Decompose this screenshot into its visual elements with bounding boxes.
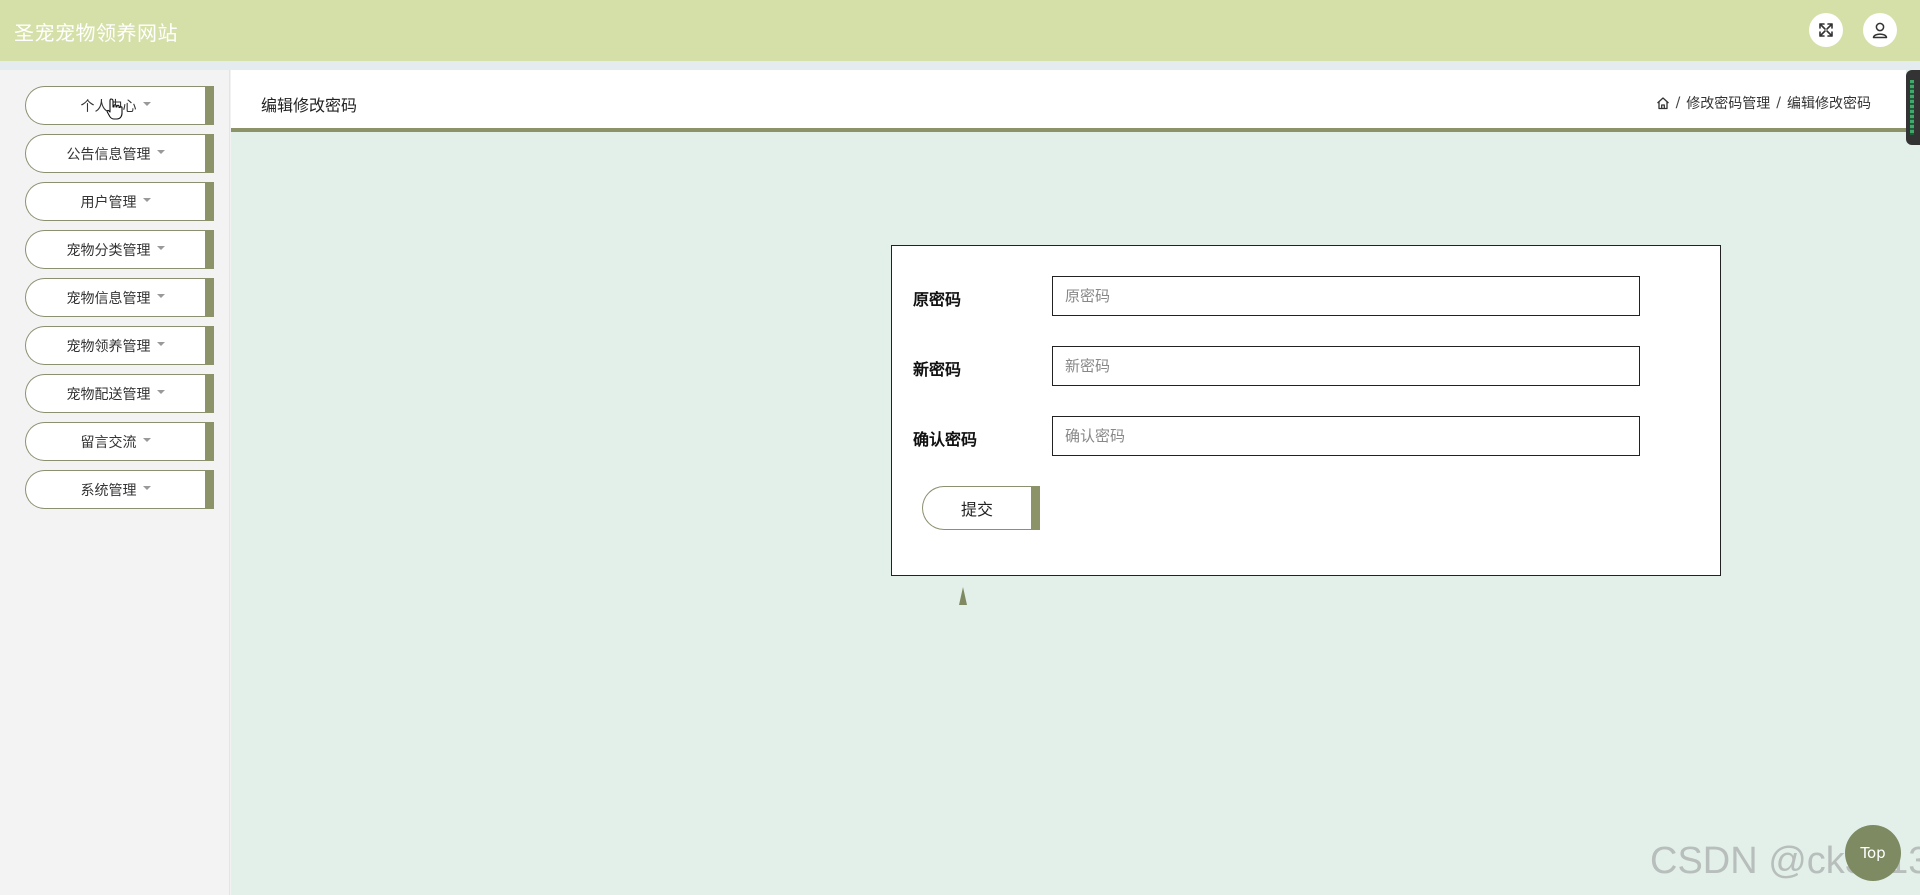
sidebar-item-label: 系统管理 bbox=[80, 482, 137, 499]
confirm-password-input[interactable] bbox=[1052, 416, 1640, 456]
sidebar-item-label: 宠物领养管理 bbox=[66, 338, 151, 355]
sidebar-item-label: 公告信息管理 bbox=[66, 146, 151, 163]
top-header: 圣宠宠物领养网站 bbox=[0, 0, 1920, 61]
caret-down-icon bbox=[156, 341, 165, 346]
old-password-label: 原密码 bbox=[913, 290, 962, 309]
caret-down-icon bbox=[156, 245, 165, 250]
sidebar-item-button[interactable]: 宠物分类管理 bbox=[25, 230, 205, 269]
sidebar-item-button[interactable]: 用户管理 bbox=[25, 182, 205, 221]
scroll-indicator bbox=[1910, 80, 1914, 135]
submit-button-wrap[interactable]: 提交 bbox=[922, 486, 1040, 530]
form-row-old-password: 原密码 bbox=[913, 276, 1643, 316]
mouse-cursor-icon bbox=[106, 98, 123, 120]
site-title: 圣宠宠物领养网站 bbox=[14, 21, 178, 45]
page-title: 编辑修改密码 bbox=[261, 96, 358, 115]
sidebar-item-accent bbox=[205, 86, 214, 125]
sidebar-item-pet-delivery-management[interactable]: 宠物配送管理 bbox=[25, 374, 215, 413]
main-content: 编辑修改密码 / 修改密码管理 / 编辑修改密码 原密码 新密码 确认密码 提交 bbox=[231, 70, 1920, 895]
sidebar-item-label: 宠物分类管理 bbox=[66, 242, 151, 259]
sidebar-item-label: 宠物信息管理 bbox=[66, 290, 151, 307]
sidebar-item-pet-info-management[interactable]: 宠物信息管理 bbox=[25, 278, 215, 317]
sidebar-item-button[interactable]: 公告信息管理 bbox=[25, 134, 205, 173]
sidebar: 个人中心 公告信息管理 用户管理 宠物分类管理 宠物信息管理 宠物领养管理 宠物… bbox=[0, 70, 230, 895]
fullscreen-icon bbox=[1819, 23, 1833, 37]
home-icon[interactable] bbox=[1656, 96, 1670, 110]
caret-down-icon bbox=[156, 149, 165, 154]
breadcrumb-separator: / bbox=[1675, 95, 1681, 111]
sidebar-item-pet-adoption-management[interactable]: 宠物领养管理 bbox=[25, 326, 215, 365]
triangle-marker-icon bbox=[959, 587, 967, 605]
password-form: 原密码 新密码 确认密码 提交 bbox=[891, 245, 1721, 576]
breadcrumb-item-current: 编辑修改密码 bbox=[1787, 96, 1871, 112]
new-password-label: 新密码 bbox=[913, 360, 962, 379]
caret-down-icon bbox=[142, 437, 151, 442]
sidebar-item-button[interactable]: 留言交流 bbox=[25, 422, 205, 461]
sidebar-item-accent bbox=[205, 182, 214, 221]
fullscreen-button[interactable] bbox=[1809, 13, 1843, 47]
sidebar-item-button[interactable]: 宠物信息管理 bbox=[25, 278, 205, 317]
form-row-new-password: 新密码 bbox=[913, 346, 1643, 386]
form-row-confirm-password: 确认密码 bbox=[913, 416, 1643, 456]
sidebar-item-accent bbox=[205, 470, 214, 509]
sidebar-item-accent bbox=[205, 134, 214, 173]
content-header: 编辑修改密码 / 修改密码管理 / 编辑修改密码 bbox=[231, 70, 1906, 132]
sidebar-item-button[interactable]: 宠物配送管理 bbox=[25, 374, 205, 413]
submit-button[interactable]: 提交 bbox=[922, 486, 1031, 530]
caret-down-icon bbox=[156, 389, 165, 394]
breadcrumb-separator: / bbox=[1776, 95, 1781, 111]
old-password-input[interactable] bbox=[1052, 276, 1640, 316]
breadcrumb: / 修改密码管理 / 编辑修改密码 bbox=[1656, 93, 1871, 113]
sidebar-item-button[interactable]: 系统管理 bbox=[25, 470, 205, 509]
user-button[interactable] bbox=[1863, 13, 1897, 47]
caret-down-icon bbox=[142, 485, 151, 490]
submit-button-accent bbox=[1031, 486, 1040, 530]
sidebar-item-accent bbox=[205, 422, 214, 461]
user-icon bbox=[1872, 22, 1888, 39]
sidebar-item-pet-category-management[interactable]: 宠物分类管理 bbox=[25, 230, 215, 269]
breadcrumb-item-password-management[interactable]: 修改密码管理 bbox=[1686, 93, 1770, 113]
sidebar-item-button[interactable]: 宠物领养管理 bbox=[25, 326, 205, 365]
sidebar-item-accent bbox=[205, 278, 214, 317]
sidebar-item-label: 用户管理 bbox=[80, 194, 137, 211]
back-to-top-button[interactable]: Top bbox=[1845, 825, 1901, 881]
side-scroll-widget[interactable] bbox=[1906, 70, 1920, 145]
caret-down-icon bbox=[142, 101, 151, 106]
sidebar-item-user-management[interactable]: 用户管理 bbox=[25, 182, 215, 221]
caret-down-icon bbox=[142, 197, 151, 202]
header-divider bbox=[0, 61, 1920, 70]
sidebar-item-label: 宠物配送管理 bbox=[66, 386, 151, 403]
sidebar-item-accent bbox=[205, 230, 214, 269]
sidebar-item-notice-management[interactable]: 公告信息管理 bbox=[25, 134, 215, 173]
sidebar-item-system-management[interactable]: 系统管理 bbox=[25, 470, 215, 509]
sidebar-item-accent bbox=[205, 326, 214, 365]
sidebar-item-label: 留言交流 bbox=[80, 434, 137, 451]
new-password-input[interactable] bbox=[1052, 346, 1640, 386]
sidebar-item-message-board[interactable]: 留言交流 bbox=[25, 422, 215, 461]
confirm-password-label: 确认密码 bbox=[913, 430, 978, 449]
caret-down-icon bbox=[156, 293, 165, 298]
sidebar-item-accent bbox=[205, 374, 214, 413]
